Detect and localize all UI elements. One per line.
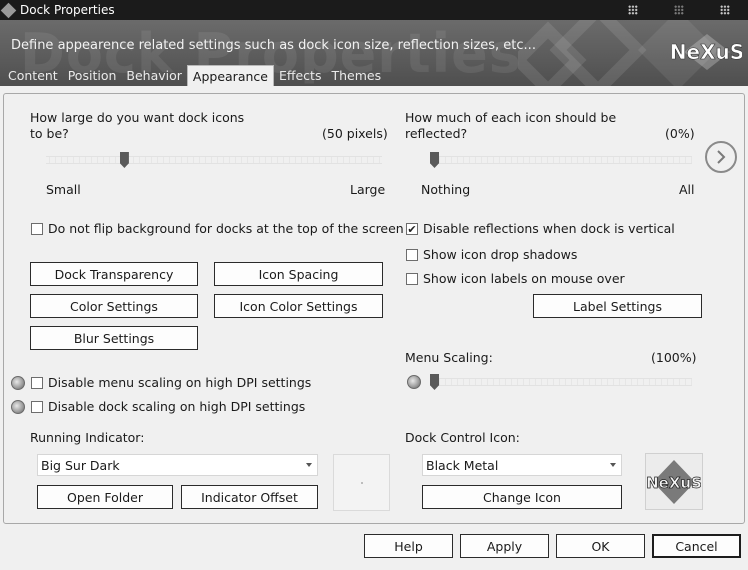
reflection-question-line1: How much of each icon should be xyxy=(405,110,617,125)
chevron-right-icon xyxy=(717,150,726,164)
logo-text: NeXuS xyxy=(672,40,742,64)
grip-dots-icon xyxy=(628,5,638,15)
running-indicator-selected: Big Sur Dark xyxy=(41,457,120,473)
chevron-down-icon xyxy=(610,463,616,467)
icon-color-settings-button[interactable]: Icon Color Settings xyxy=(214,294,383,318)
icon-size-value: (50 pixels) xyxy=(322,126,388,141)
tab-bar: Content Position Behavior Appearance Eff… xyxy=(3,65,386,86)
reflection-slider-track[interactable] xyxy=(430,156,692,164)
icon-labels-label: Show icon labels on mouse over xyxy=(423,271,625,286)
disable-reflections-vertical-label: Disable reflections when dock is vertica… xyxy=(423,221,675,236)
blur-settings-button[interactable]: Blur Settings xyxy=(30,326,198,350)
reflection-max-label: All xyxy=(679,182,695,197)
icon-size-max-label: Large xyxy=(350,182,386,197)
tab-behavior[interactable]: Behavior xyxy=(121,66,187,86)
grip-handle-2[interactable] xyxy=(656,0,702,20)
chevron-down-icon xyxy=(306,463,312,467)
menu-scaling-label: Menu Scaling: xyxy=(405,350,493,365)
running-indicator-dropdown[interactable]: Big Sur Dark xyxy=(37,454,318,476)
tab-appearance[interactable]: Appearance xyxy=(186,65,274,86)
dock-icon-logo-text: NeXuS xyxy=(647,474,701,492)
nexus-logo: NeXuS xyxy=(672,32,742,72)
globe-icon xyxy=(11,400,25,414)
icon-size-question-line2: to be? xyxy=(30,126,69,141)
no-flip-background-label: Do not flip background for docks at the … xyxy=(48,221,404,236)
next-page-button[interactable] xyxy=(705,141,737,173)
tab-position[interactable]: Position xyxy=(63,66,122,86)
diamond-app-icon xyxy=(0,2,17,18)
icon-size-min-label: Small xyxy=(46,182,81,197)
grip-handle-3[interactable] xyxy=(702,0,748,20)
reflection-question-line2: reflected? xyxy=(405,126,468,141)
window-title: Dock Properties xyxy=(20,3,115,17)
dock-control-icon-label: Dock Control Icon: xyxy=(405,430,520,445)
banner-subtitle: Define appearence related settings such … xyxy=(11,38,536,53)
reflection-value: (0%) xyxy=(665,126,695,141)
change-icon-button[interactable]: Change Icon xyxy=(422,485,622,509)
tab-content[interactable]: Content xyxy=(3,66,63,86)
indicator-offset-button[interactable]: Indicator Offset xyxy=(181,485,318,509)
disable-menu-dpi-scaling-label: Disable menu scaling on high DPI setting… xyxy=(48,375,312,390)
dock-control-icon-dropdown[interactable]: Black Metal xyxy=(422,454,622,476)
tab-themes[interactable]: Themes xyxy=(326,66,386,86)
dock-control-icon-selected: Black Metal xyxy=(426,457,499,473)
menu-scaling-slider-thumb[interactable] xyxy=(430,374,439,390)
disable-dock-dpi-scaling-checkbox[interactable] xyxy=(31,401,43,413)
disable-dock-dpi-scaling-label: Disable dock scaling on high DPI setting… xyxy=(48,399,306,414)
apply-button[interactable]: Apply xyxy=(460,534,549,558)
nexus-logo-icon: NeXuS xyxy=(672,34,742,70)
grip-handle-1[interactable] xyxy=(610,0,656,20)
icon-drop-shadows-checkbox[interactable] xyxy=(406,249,418,261)
icon-size-slider-thumb[interactable] xyxy=(119,152,129,168)
icon-labels-checkbox[interactable] xyxy=(406,273,418,285)
reflection-min-label: Nothing xyxy=(421,182,471,197)
icon-size-slider-track[interactable] xyxy=(46,156,382,164)
reflection-slider-thumb[interactable] xyxy=(430,152,439,168)
tab-effects[interactable]: Effects xyxy=(274,66,327,86)
color-settings-button[interactable]: Color Settings xyxy=(30,294,198,318)
icon-size-question-line1: How large do you want dock icons xyxy=(30,110,245,125)
running-indicator-label: Running Indicator: xyxy=(30,430,145,445)
header-banner: Dock Properties Define appearence relate… xyxy=(0,20,748,86)
indicator-preview-dot xyxy=(361,482,363,484)
open-folder-button[interactable]: Open Folder xyxy=(37,485,173,509)
menu-scaling-slider-track[interactable] xyxy=(430,378,692,386)
nexus-logo-icon: NeXuS xyxy=(647,459,701,504)
grip-dots-icon xyxy=(720,5,730,15)
disable-reflections-vertical-checkbox[interactable]: ✔ xyxy=(406,223,418,235)
globe-icon xyxy=(407,375,421,389)
title-bar: Dock Properties xyxy=(0,0,748,20)
indicator-preview xyxy=(333,454,390,511)
cancel-button[interactable]: Cancel xyxy=(652,534,741,558)
no-flip-background-checkbox[interactable] xyxy=(31,223,43,235)
globe-icon xyxy=(11,376,25,390)
appearance-panel: How large do you want dock icons to be? … xyxy=(3,93,745,524)
dock-control-icon-preview: NeXuS xyxy=(645,453,703,510)
menu-scaling-value: (100%) xyxy=(651,350,697,365)
ok-button[interactable]: OK xyxy=(556,534,645,558)
disable-menu-dpi-scaling-checkbox[interactable] xyxy=(31,377,43,389)
title-bar-controls xyxy=(610,0,748,20)
dock-transparency-button[interactable]: Dock Transparency xyxy=(30,262,198,286)
help-button[interactable]: Help xyxy=(364,534,453,558)
icon-drop-shadows-label: Show icon drop shadows xyxy=(423,247,578,262)
icon-spacing-button[interactable]: Icon Spacing xyxy=(214,262,383,286)
grip-dots-icon xyxy=(674,5,684,15)
label-settings-button[interactable]: Label Settings xyxy=(533,294,702,318)
